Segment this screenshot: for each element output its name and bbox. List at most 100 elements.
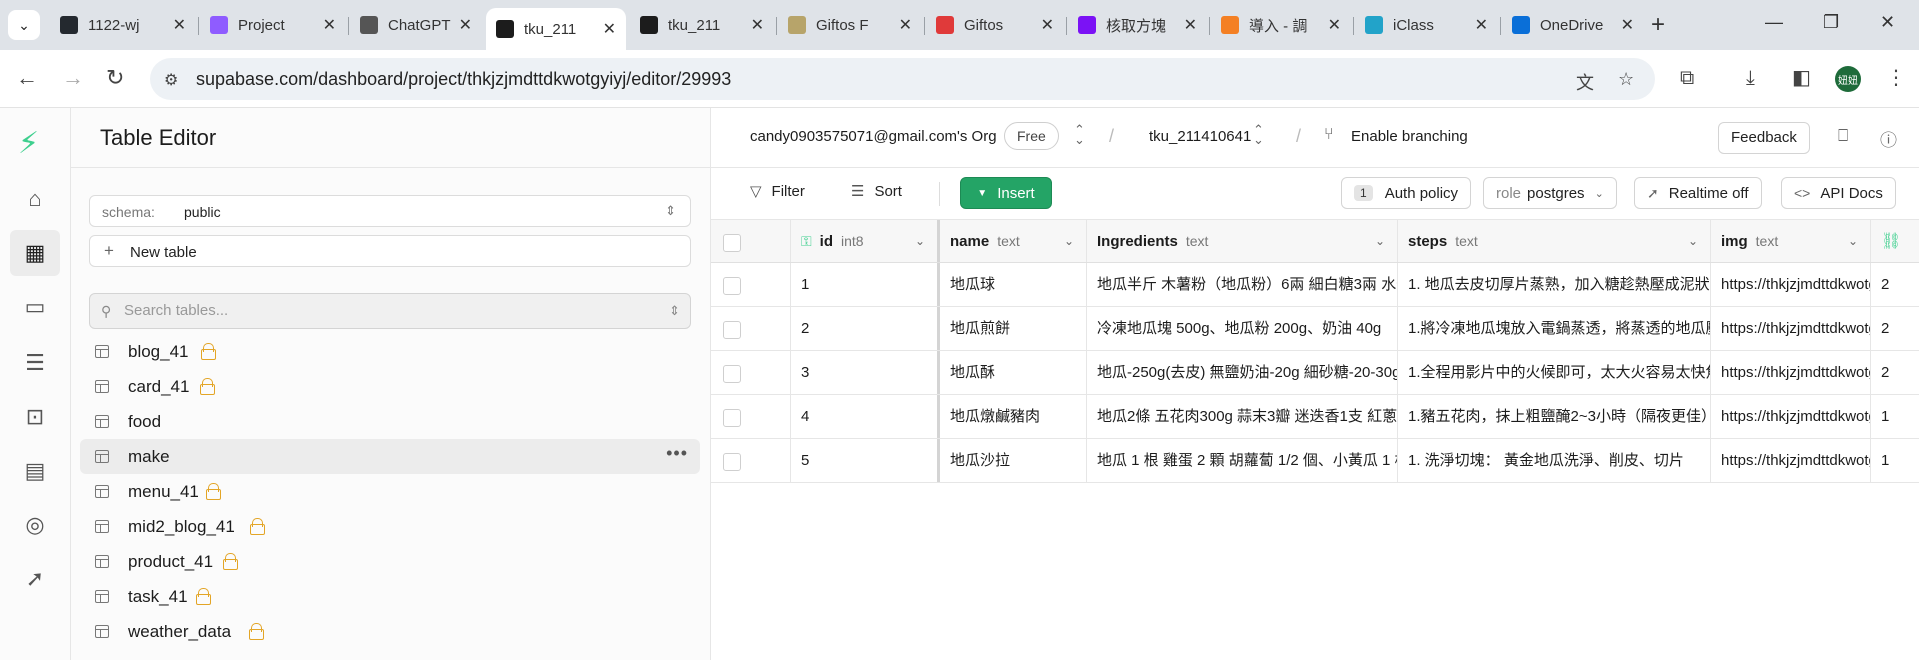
api-docs-button[interactable]: <> API Docs <box>1781 177 1896 209</box>
profile-avatar[interactable]: 妞妞 <box>1835 66 1861 92</box>
cell-id[interactable]: 5 <box>791 439 940 482</box>
cell-ingredients[interactable]: 地瓜-250g(去皮) 無鹽奶油-20g 細砂糖-20-30g <box>1087 351 1398 394</box>
enable-branching-button[interactable]: Enable branching <box>1351 128 1468 145</box>
row-checkbox[interactable] <box>723 277 741 295</box>
row-checkbox[interactable] <box>723 453 741 471</box>
cell-steps[interactable]: 1.將冷凍地瓜塊放入電鍋蒸透，將蒸透的地瓜壓成泥 <box>1398 307 1711 350</box>
table-editor-icon[interactable]: ▦ <box>10 230 60 276</box>
help-icon[interactable]: ⓘ <box>1880 126 1897 151</box>
org-name[interactable]: candy0903575071@gmail.com's Org <box>750 128 997 145</box>
column-header-relation[interactable]: ⛓ <box>1871 220 1919 262</box>
site-info-icon[interactable]: ⚙ <box>164 70 178 90</box>
cell-id[interactable]: 4 <box>791 395 940 438</box>
cell-img[interactable]: https://thkjzjmdttdkwotgyiyj <box>1711 307 1871 350</box>
back-button[interactable]: ← <box>16 66 38 90</box>
download-icon[interactable]: ⤓ <box>1746 67 1755 89</box>
row-checkbox[interactable] <box>723 321 741 339</box>
close-icon[interactable]: ✕ <box>1621 15 1634 35</box>
sidebar-table-item[interactable]: product_41 <box>80 544 700 579</box>
column-header-id[interactable]: ⚿ id int8 ⌄ <box>791 220 940 262</box>
project-name[interactable]: tku_211410641 <box>1149 128 1251 145</box>
cell-steps[interactable]: 1. 洗淨切塊： 黃金地瓜洗淨、削皮、切片 <box>1398 439 1711 482</box>
cell-name[interactable]: 地瓜燉鹹豬肉 <box>940 395 1087 438</box>
chevron-down-icon[interactable]: ⌄ <box>1848 220 1858 262</box>
schema-selector[interactable]: schema: public ⇕ <box>89 195 691 227</box>
database-icon[interactable]: ☰ <box>10 340 60 386</box>
cell-ingredients[interactable]: 地瓜半斤 木薯粉（地瓜粉）6兩 細白糖3兩 水適量 <box>1087 263 1398 306</box>
sidebar-table-item[interactable]: food <box>80 404 700 439</box>
inbox-icon[interactable]: ⎕ <box>1838 126 1848 146</box>
browser-tab[interactable]: iClass ✕ <box>1355 8 1498 42</box>
chevron-down-icon[interactable]: ⌄ <box>1064 220 1074 262</box>
sql-editor-icon[interactable]: ▭ <box>10 284 60 330</box>
close-icon[interactable]: ✕ <box>1328 15 1341 35</box>
close-icon[interactable]: ✕ <box>751 15 764 35</box>
reload-button[interactable]: ↻ <box>106 66 124 90</box>
close-icon[interactable]: ✕ <box>323 15 336 35</box>
column-header-img[interactable]: img text ⌄ <box>1711 220 1871 262</box>
org-switcher-icon[interactable]: ⌃ ⌄ <box>1074 123 1085 146</box>
table-row[interactable]: 2 地瓜煎餅 冷凍地瓜塊 500g、地瓜粉 200g、奶油 40g 1.將冷凍地瓜塊放… <box>711 307 1919 351</box>
cell-name[interactable]: 地瓜球 <box>940 263 1087 306</box>
close-icon[interactable]: ✕ <box>1041 15 1054 35</box>
table-row[interactable]: 1 地瓜球 地瓜半斤 木薯粉（地瓜粉）6兩 細白糖3兩 水適量 1. 地瓜去皮切厚片蒸… <box>711 263 1919 307</box>
extensions-icon[interactable]: ⧉ <box>1680 67 1694 89</box>
row-checkbox[interactable] <box>723 365 741 383</box>
home-icon[interactable]: ⌂ <box>10 176 60 222</box>
sort-chevron-icon[interactable]: ⇕ <box>669 303 680 319</box>
new-tab-button[interactable]: + <box>1651 12 1665 38</box>
cell-ingredients[interactable]: 地瓜 1 根 雞蛋 2 顆 胡蘿蔔 1/2 個、小黃瓜 1 根 <box>1087 439 1398 482</box>
close-icon[interactable]: ✕ <box>1475 15 1488 35</box>
browser-tab[interactable]: OneDrive ✕ <box>1502 8 1644 42</box>
close-icon[interactable]: ✕ <box>603 19 616 39</box>
translate-icon[interactable]: 文 <box>1576 69 1594 95</box>
row-checkbox[interactable] <box>723 409 741 427</box>
close-icon[interactable]: ✕ <box>899 15 912 35</box>
cell-extra[interactable]: 2 <box>1871 263 1919 306</box>
cell-steps[interactable]: 1.豬五花肉，抹上粗鹽醃2~3小時（隔夜更佳） <box>1398 395 1711 438</box>
chevron-down-icon[interactable]: ⌄ <box>915 220 925 262</box>
column-header-steps[interactable]: steps text ⌄ <box>1398 220 1711 262</box>
browser-tab[interactable]: 核取方塊 ✕ <box>1068 8 1207 42</box>
edge-functions-icon[interactable]: ➚ <box>10 556 60 602</box>
supabase-logo-icon[interactable]: ⚡ <box>18 128 39 160</box>
browser-tab[interactable]: Giftos F ✕ <box>778 8 922 42</box>
table-row[interactable]: 5 地瓜沙拉 地瓜 1 根 雞蛋 2 顆 胡蘿蔔 1/2 個、小黃瓜 1 根 1. 洗… <box>711 439 1919 483</box>
close-icon[interactable]: ✕ <box>173 15 186 35</box>
url-text[interactable]: supabase.com/dashboard/project/thkjzjmdt… <box>196 69 731 90</box>
browser-tab[interactable]: tku_211 ✕ <box>486 8 626 50</box>
cell-ingredients[interactable]: 冷凍地瓜塊 500g、地瓜粉 200g、奶油 40g <box>1087 307 1398 350</box>
cell-extra[interactable]: 2 <box>1871 351 1919 394</box>
cell-steps[interactable]: 1. 地瓜去皮切厚片蒸熟，加入糖趁熱壓成泥狀 <box>1398 263 1711 306</box>
cell-steps[interactable]: 1.全程用影片中的火候即可，太大火容易太快焦 <box>1398 351 1711 394</box>
auth-icon[interactable]: ⊡ <box>10 394 60 440</box>
realtime-toggle[interactable]: ➚ Realtime off <box>1634 177 1762 209</box>
cell-ingredients[interactable]: 地瓜2條 五花肉300g 蒜末3瓣 迷迭香1支 紅蔥 <box>1087 395 1398 438</box>
browser-tab[interactable]: Project ✕ <box>200 8 346 42</box>
close-icon[interactable]: ✕ <box>459 15 472 35</box>
browser-tab[interactable]: 1122-wj ✕ <box>50 8 196 42</box>
table-row[interactable]: 3 地瓜酥 地瓜-250g(去皮) 無鹽奶油-20g 細砂糖-20-30g 1.全程用… <box>711 351 1919 395</box>
role-selector[interactable]: role postgres ⌄ <box>1483 177 1617 209</box>
filter-button[interactable]: ▽ Filter <box>750 182 805 201</box>
minimize-button[interactable]: — <box>1765 12 1783 33</box>
bookmark-star-icon[interactable]: ☆ <box>1618 69 1634 90</box>
cell-name[interactable]: 地瓜沙拉 <box>940 439 1087 482</box>
select-all-checkbox[interactable] <box>723 234 741 252</box>
insert-button[interactable]: ▼ Insert <box>960 177 1052 209</box>
chevron-down-icon[interactable]: ⌄ <box>1688 220 1698 262</box>
sidebar-table-item[interactable]: task_41 <box>80 579 700 614</box>
browser-tab[interactable]: ChatGPT ✕ <box>350 8 482 42</box>
cell-name[interactable]: 地瓜酥 <box>940 351 1087 394</box>
close-window-button[interactable]: ✕ <box>1880 12 1895 33</box>
auth-policy-button[interactable]: 1 Auth policy <box>1341 177 1472 209</box>
realtime-icon[interactable]: ◎ <box>10 502 60 548</box>
sidebar-table-item[interactable]: blog_41 <box>80 334 700 369</box>
sidebar-table-item[interactable]: weather_data <box>80 614 700 649</box>
cell-img[interactable]: https://thkjzjmdttdkwotgyiyj <box>1711 395 1871 438</box>
browser-menu-icon[interactable]: ⋮ <box>1886 67 1906 89</box>
cell-id[interactable]: 3 <box>791 351 940 394</box>
side-panel-icon[interactable]: ◧ <box>1792 67 1811 89</box>
sidebar-table-item[interactable]: menu_41 <box>80 474 700 509</box>
cell-id[interactable]: 2 <box>791 307 940 350</box>
